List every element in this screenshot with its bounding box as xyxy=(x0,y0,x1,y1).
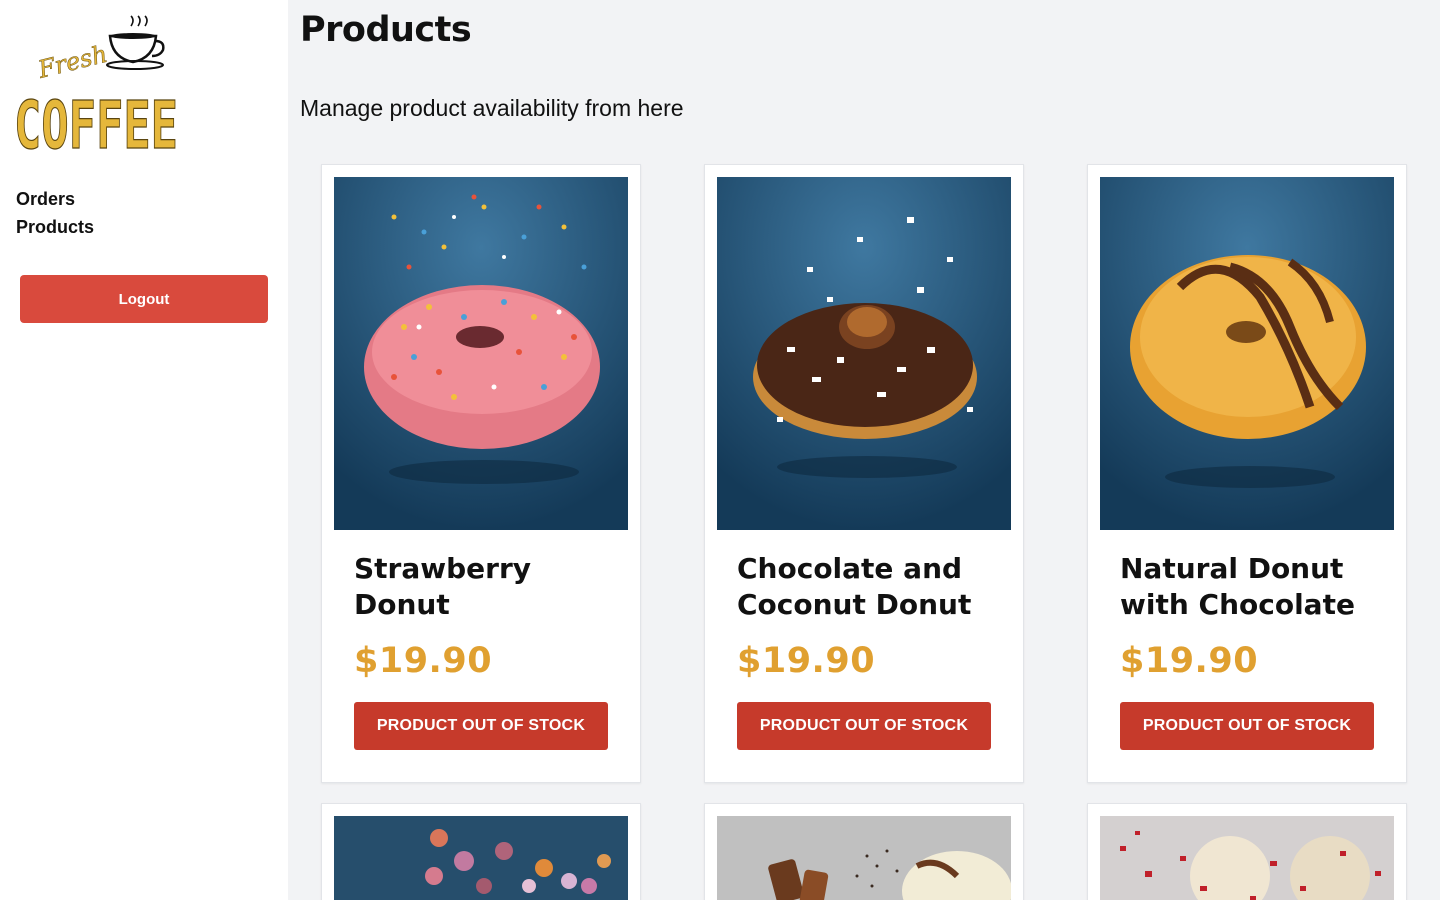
logo-main-text: COFFEE xyxy=(14,87,178,154)
sidebar: Fresh COFFEE Orders Products Logout xyxy=(0,0,288,900)
product-name: Natural Donut with Chocolate xyxy=(1120,552,1355,621)
logout-button[interactable]: Logout xyxy=(20,275,268,323)
page-title: Products xyxy=(300,10,472,50)
product-card: Natural Donut with Chocolate $19.90 PROD… xyxy=(1087,164,1407,783)
logo-script-text: Fresh xyxy=(34,40,110,84)
sidebar-nav: Orders Products xyxy=(16,185,94,241)
page-subtitle: Manage product availability from here xyxy=(300,95,684,121)
product-image xyxy=(717,177,1011,530)
product-name: Chocolate and Coconut Donut xyxy=(737,552,972,621)
product-image xyxy=(1100,816,1394,900)
product-card xyxy=(704,803,1024,900)
product-price: $19.90 xyxy=(354,641,493,681)
product-price: $19.90 xyxy=(737,641,876,681)
product-out-of-stock-button[interactable]: PRODUCT OUT OF STOCK xyxy=(1120,702,1374,750)
product-price: $19.90 xyxy=(1120,641,1259,681)
product-image xyxy=(1100,177,1394,530)
product-card xyxy=(1087,803,1407,900)
product-out-of-stock-button[interactable]: PRODUCT OUT OF STOCK xyxy=(737,702,991,750)
main-content: Products Manage product availability fro… xyxy=(288,0,1440,900)
product-card: Chocolate and Coconut Donut $19.90 PRODU… xyxy=(704,164,1024,783)
product-name: Strawberry Donut xyxy=(354,552,532,621)
product-card: Strawberry Donut $19.90 PRODUCT OUT OF S… xyxy=(321,164,641,783)
product-image xyxy=(334,816,628,900)
nav-item-products[interactable]: Products xyxy=(16,213,94,241)
product-card xyxy=(321,803,641,900)
nav-item-orders[interactable]: Orders xyxy=(16,185,94,213)
product-image xyxy=(717,816,1011,900)
fresh-coffee-logo[interactable]: Fresh COFFEE xyxy=(13,14,180,165)
product-out-of-stock-button[interactable]: PRODUCT OUT OF STOCK xyxy=(354,702,608,750)
product-image xyxy=(334,177,628,530)
